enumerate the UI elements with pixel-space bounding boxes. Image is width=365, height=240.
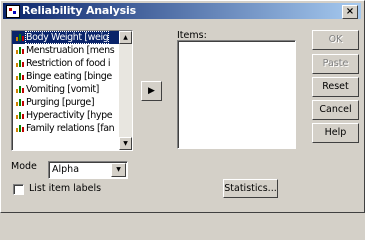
variable-list-scrollbar[interactable]: ▲ ▼	[119, 31, 132, 150]
variable-list-item[interactable]: Body Weight [weig	[12, 31, 132, 44]
list-item-labels-label: List item labels	[29, 183, 102, 194]
app-icon	[6, 5, 20, 18]
move-to-items-button[interactable]: ▶	[141, 81, 162, 101]
scale-variable-icon	[15, 98, 24, 107]
variable-name: Binge eating [binge	[26, 71, 112, 82]
right-arrow-icon: ▶	[148, 86, 155, 96]
variable-list-item[interactable]: Hyperactivity [hype	[12, 109, 132, 122]
items-list[interactable]	[177, 40, 296, 149]
scale-variable-icon	[15, 46, 24, 55]
mode-select[interactable]: Alpha ▼	[48, 161, 128, 179]
scroll-up-button[interactable]: ▲	[119, 31, 132, 44]
title-bar[interactable]: Reliability Analysis ×	[3, 3, 361, 19]
variable-name: Body Weight [weig	[24, 31, 110, 44]
statistics-button[interactable]: Statistics...	[223, 179, 278, 198]
scroll-down-button[interactable]: ▼	[119, 137, 132, 150]
mode-label: Mode	[11, 161, 37, 172]
variable-list-item[interactable]: Menstruation [mens	[12, 44, 132, 57]
window-title: Reliability Analysis	[22, 4, 136, 17]
variable-list-item[interactable]: Binge eating [binge	[12, 70, 132, 83]
mode-dropdown-button[interactable]: ▼	[111, 163, 126, 177]
scale-variable-icon	[15, 33, 24, 42]
list-item-labels-checkbox[interactable]	[13, 184, 24, 195]
variable-list-item[interactable]: Purging [purge]	[12, 96, 132, 109]
scale-variable-icon	[15, 111, 24, 120]
chevron-down-icon: ▼	[116, 166, 121, 173]
scale-variable-icon	[15, 124, 24, 133]
reset-button[interactable]: Reset	[312, 77, 359, 97]
variable-name: Purging [purge]	[26, 97, 95, 108]
scroll-down-icon: ▼	[123, 140, 128, 147]
scale-variable-icon	[15, 72, 24, 81]
variable-list-item[interactable]: Vomiting [vomit]	[12, 83, 132, 96]
cancel-button[interactable]: Cancel	[312, 100, 359, 120]
scale-variable-icon	[15, 59, 24, 68]
variable-name: Hyperactivity [hype	[26, 110, 113, 121]
scale-variable-icon	[15, 85, 24, 94]
variable-name: Menstruation [mens	[26, 45, 115, 56]
ok-button[interactable]: OK	[312, 30, 359, 50]
variable-name: Restriction of food i	[26, 58, 111, 69]
variable-list-item[interactable]: Family relations [fan	[12, 122, 132, 135]
variable-list-item[interactable]: Restriction of food i	[12, 57, 132, 70]
help-button[interactable]: Help	[312, 123, 359, 143]
close-button[interactable]: ×	[342, 5, 358, 19]
mode-select-value: Alpha	[52, 164, 80, 175]
variable-name: Vomiting [vomit]	[26, 84, 99, 95]
variable-list[interactable]: Body Weight [weig Menstruation [mens Restr…	[11, 30, 133, 151]
scroll-up-icon: ▲	[123, 34, 128, 41]
paste-button[interactable]: Paste	[312, 54, 359, 74]
variable-name: Family relations [fan	[26, 123, 115, 134]
reliability-analysis-dialog: Reliability Analysis × Body Weight [weig…	[0, 0, 365, 213]
